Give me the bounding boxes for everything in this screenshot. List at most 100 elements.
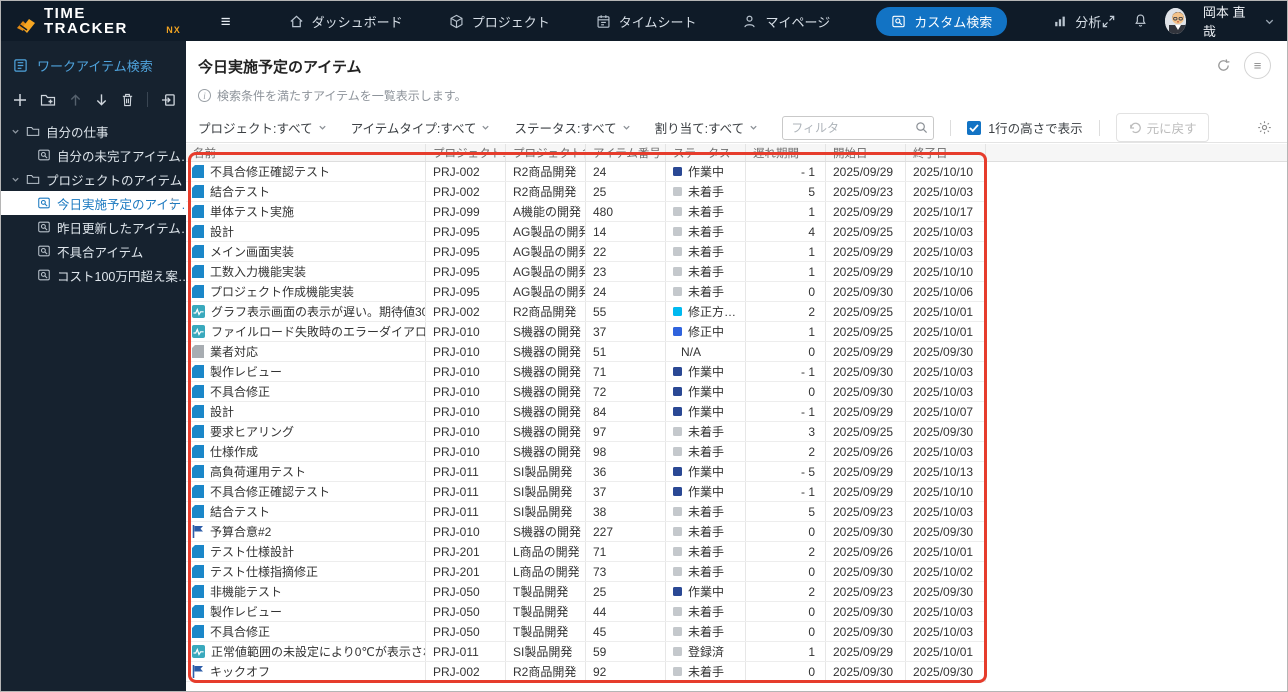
filter-dropdown[interactable]: 割り当て:すべて [655,118,759,137]
table-row[interactable]: メイン画面実装PRJ-095AG製品の開発22未着手12025/09/29202… [186,242,986,262]
table-row[interactable]: キックオフPRJ-002R2商品開発92未着手02025/09/302025/0… [186,662,986,682]
end-date-cell: 2025/10/01 [906,642,986,661]
user-name[interactable]: 岡本 直哉 [1203,2,1247,40]
notifications-bell-icon[interactable] [1133,13,1148,29]
nav-item[interactable]: カスタム検索 [876,7,1007,36]
task-icon [192,165,204,178]
header-icons: ≡ [1216,52,1271,79]
column-header[interactable]: 名前 [186,144,426,161]
nav-item[interactable]: 分析 [1053,12,1101,31]
name-cell: ファイルロード失敗時のエラーダイアログに… [186,322,426,341]
table-row[interactable]: 高負荷運用テストPRJ-011SI製品開発36作業中- 52025/09/292… [186,462,986,482]
tree-search-item[interactable]: 不具合アイテム [1,239,186,263]
status-square-icon [673,627,682,636]
nav-item[interactable]: プロジェクト [449,12,550,31]
table-row[interactable]: 不具合修正確認テストPRJ-002R2商品開発24作業中- 12025/09/2… [186,162,986,182]
import-button[interactable] [161,93,176,107]
tree-search-item[interactable]: 今日実施予定のアイテ…⋮ [1,191,186,215]
table-row[interactable]: プロジェクト作成機能実装PRJ-095AG製品の開発24未着手02025/09/… [186,282,986,302]
table-row[interactable]: 単体テスト実施PRJ-099A機能の開発480未着手12025/09/29202… [186,202,986,222]
status-square-icon [673,527,682,536]
table-row[interactable]: 正常値範囲の未設定により0℃が表示されるバグPRJ-011SI製品開発59登録済… [186,642,986,662]
nav-item[interactable]: タイムシート [596,12,697,31]
flag-icon [192,665,204,678]
column-header[interactable]: 終了日 [906,144,986,161]
sidebar-title-label: ワークアイテム検索 [37,56,153,75]
tree-search-item[interactable]: 自分の未完了アイテム… [1,143,186,167]
table-row[interactable]: 設計PRJ-010S機器の開発84作業中- 12025/09/292025/10… [186,402,986,422]
user-menu-chevron-icon[interactable] [1264,16,1275,27]
task-icon [192,265,204,278]
table-row[interactable]: 不具合修正確認テストPRJ-011SI製品開発37作業中- 12025/09/2… [186,482,986,502]
tree-folder[interactable]: プロジェクトのアイテム [1,167,186,191]
table-row[interactable]: テスト仕様設計PRJ-201L商品の開発71未着手22025/09/262025… [186,542,986,562]
item-name: 高負荷運用テスト [210,463,306,480]
item-number-cell: 59 [586,642,666,661]
column-header[interactable]: 開始日 [826,144,906,161]
kebab-menu-icon[interactable]: ⋮ [166,195,179,211]
status-label: 未着手 [688,503,724,520]
user-avatar[interactable] [1165,8,1186,34]
status-cell: 未着手 [666,662,746,681]
status-label: N/A [681,345,701,359]
status-square-icon [673,427,682,436]
column-header[interactable]: 遅れ期間 [746,144,826,161]
table-row[interactable]: 製作レビューPRJ-010S機器の開発71作業中- 12025/09/30202… [186,362,986,382]
tree-folder[interactable]: 自分の仕事 [1,119,186,143]
add-folder-button[interactable] [40,93,56,107]
item-number-cell: 84 [586,402,666,421]
filter-input[interactable] [782,116,934,140]
column-header[interactable]: ステータス [666,144,746,161]
row-height-toggle[interactable]: 1行の高さで表示 [967,118,1082,137]
column-header[interactable]: プロジェクト名 [506,144,586,161]
table-row[interactable]: 予算合意#2PRJ-010S機器の開発227未着手02025/09/302025… [186,522,986,542]
status-cell: 未着手 [666,222,746,241]
project-name-cell: A機能の開発 [506,202,586,221]
table-row[interactable]: テスト仕様指摘修正PRJ-201L商品の開発73未着手02025/09/3020… [186,562,986,582]
start-date-cell: 2025/09/29 [826,402,906,421]
panel-menu-button[interactable]: ≡ [1244,52,1271,79]
tree-search-item[interactable]: コスト100万円超え案… [1,263,186,287]
table-row[interactable]: 工数入力機能実装PRJ-095AG製品の開発23未着手12025/09/2920… [186,262,986,282]
table-row[interactable]: グラフ表示画面の表示が遅い。期待値300ms…PRJ-002R2商品開発55修正… [186,302,986,322]
expand-icon[interactable] [1101,14,1116,29]
status-cell: 作業中 [666,162,746,181]
table-row[interactable]: 仕様作成PRJ-010S機器の開発98未着手22025/09/262025/10… [186,442,986,462]
name-cell: グラフ表示画面の表示が遅い。期待値300ms… [186,302,426,321]
table-row[interactable]: 要求ヒアリングPRJ-010S機器の開発97未着手32025/09/252025… [186,422,986,442]
undo-button[interactable]: 元に戻す [1116,113,1209,142]
tree-search-item[interactable]: 昨日更新したアイテム… [1,215,186,239]
table-row[interactable]: 不具合修正PRJ-010S機器の開発72作業中02025/09/302025/1… [186,382,986,402]
table-row[interactable]: ファイルロード失敗時のエラーダイアログに…PRJ-010S機器の開発37修正中1… [186,322,986,342]
table-row[interactable]: 結合テストPRJ-002R2商品開発25未着手52025/09/232025/1… [186,182,986,202]
project-name-cell: AG製品の開発 [506,242,586,261]
table-row[interactable]: 設計PRJ-095AG製品の開発14未着手42025/09/252025/10/… [186,222,986,242]
status-square-icon [673,467,682,476]
table-row[interactable]: 業者対応PRJ-010S機器の開発51N/A02025/09/292025/09… [186,342,986,362]
column-header[interactable]: プロジェクト… [426,144,506,161]
nav-item[interactable]: マイページ [742,12,830,31]
add-item-button[interactable] [13,93,27,107]
column-header[interactable]: アイテム番号 [586,144,666,161]
app-logo[interactable]: TIME TRACKER NX [15,6,181,36]
table-row[interactable]: 結合テストPRJ-011SI製品開発38未着手52025/09/232025/1… [186,502,986,522]
menu-toggle-icon[interactable]: ≡ [221,13,231,30]
project-name-cell: T製品開発 [506,622,586,641]
name-cell: 正常値範囲の未設定により0℃が表示されるバグ [186,642,426,661]
table-row[interactable]: 製作レビューPRJ-050T製品開発44未着手02025/09/302025/1… [186,602,986,622]
status-square-icon [673,367,682,376]
filter-dropdown[interactable]: プロジェクト:すべて [198,118,327,137]
item-name: 不具合修正 [210,383,270,400]
item-name: キックオフ [210,663,270,680]
end-date-cell: 2025/10/03 [906,382,986,401]
move-up-button[interactable] [69,93,82,107]
filter-dropdown[interactable]: アイテムタイプ:すべて [351,118,491,137]
delete-button[interactable] [121,93,134,107]
table-row[interactable]: 非機能テストPRJ-050T製品開発25作業中22025/09/232025/0… [186,582,986,602]
nav-item[interactable]: ダッシュボード [289,12,403,31]
filter-dropdown[interactable]: ステータス:すべて [514,118,630,137]
settings-gear-icon[interactable] [1257,120,1272,135]
move-down-button[interactable] [95,93,108,107]
table-row[interactable]: 不具合修正PRJ-050T製品開発45未着手02025/09/302025/10… [186,622,986,642]
refresh-icon[interactable] [1216,58,1231,73]
